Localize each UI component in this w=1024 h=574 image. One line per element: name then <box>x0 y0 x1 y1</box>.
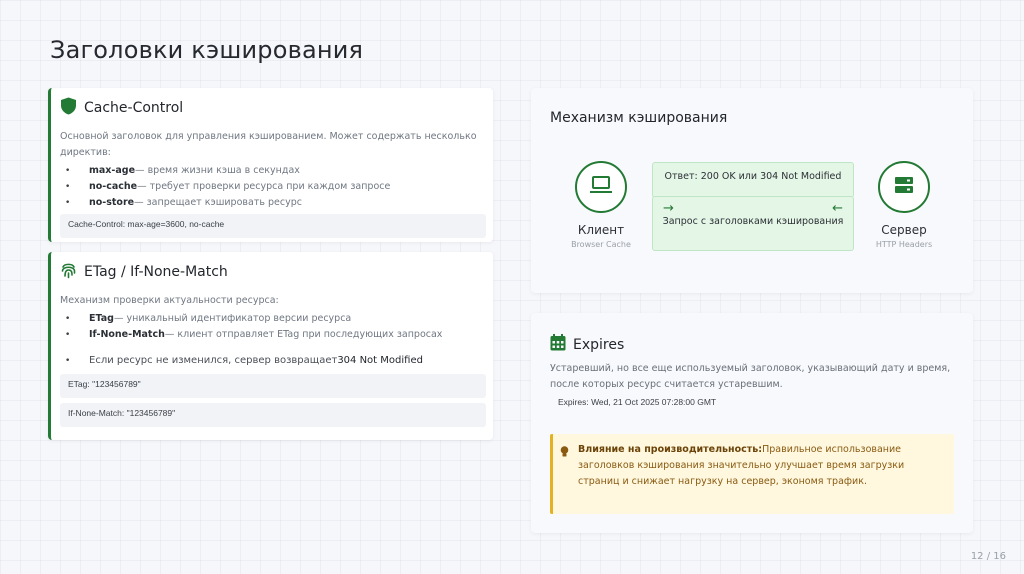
calendar-icon <box>550 334 566 355</box>
client-node <box>575 161 627 213</box>
performance-tip: Влияние на производительность:Правильное… <box>550 434 954 514</box>
list-item: no-store— запрещает кэшировать ресурс <box>60 195 485 211</box>
mechanism-title: Механизм кэширования <box>550 110 728 126</box>
etag-code: ETag: "123456789" <box>60 374 486 398</box>
tip-text: Влияние на производительность:Правильное… <box>578 444 905 487</box>
server-node <box>878 161 930 213</box>
etag-title: ETag / If-None-Match <box>84 264 228 280</box>
expires-description: Устаревший, но все еще используемый заго… <box>550 363 951 390</box>
cache-control-description: Основной заголовок для управления кэширо… <box>60 131 477 158</box>
etag-description: Механизм проверки актуальности ресурса: <box>60 295 279 306</box>
shield-icon <box>60 97 77 119</box>
mechanism-card: Механизм кэширования Клиент Browser Cach… <box>531 88 973 293</box>
list-item: If-None-Match— клиент отправляет ETag пр… <box>60 327 485 343</box>
etag-card: ETag / If-None-Match Механизм проверки а… <box>48 252 493 440</box>
list-item: Если ресурс не изменился, сервер возвращ… <box>60 353 485 369</box>
cache-control-card: Cache-Control Основной заголовок для упр… <box>48 88 493 242</box>
if-none-match-code: If-None-Match: "123456789" <box>60 403 486 427</box>
etag-list: ETag— уникальный идентификатор версии ре… <box>60 311 485 343</box>
cache-control-header: Cache-Control <box>60 97 485 119</box>
page-title: Заголовки кэширования <box>50 36 364 64</box>
client-sublabel: Browser Cache <box>571 240 631 249</box>
expires-code: Expires: Wed, 21 Oct 2025 07:28:00 GMT <box>558 397 717 407</box>
expires-card: Expires Устаревший, но все еще используе… <box>531 313 973 533</box>
fingerprint-icon <box>60 261 77 283</box>
cache-control-list: max-age— время жизни кэша в секундах no-… <box>60 163 485 211</box>
list-item: ETag— уникальный идентификатор версии ре… <box>60 311 485 327</box>
response-box: Ответ: 200 OK или 304 Not Modified <box>652 162 854 198</box>
cache-control-code: Cache-Control: max-age=3600, no-cache <box>60 214 486 238</box>
arrow-left-icon: ← <box>832 201 843 216</box>
cache-control-title: Cache-Control <box>84 100 184 116</box>
lightbulb-icon <box>560 443 569 462</box>
request-box: → ← Запрос с заголовками кэширования <box>652 196 854 251</box>
server-icon <box>894 175 914 199</box>
page-number: 12 / 16 <box>970 551 1006 562</box>
server-label: Сервер <box>881 223 927 237</box>
server-sublabel: HTTP Headers <box>875 240 933 249</box>
etag-note: Если ресурс не изменился, сервер возвращ… <box>60 353 485 369</box>
etag-header: ETag / If-None-Match <box>60 261 485 283</box>
expires-header: Expires <box>550 334 624 355</box>
client-label: Клиент <box>577 223 625 237</box>
laptop-icon <box>589 175 613 199</box>
arrow-right-icon: → <box>663 201 674 216</box>
list-item: max-age— время жизни кэша в секундах <box>60 163 485 179</box>
expires-title: Expires <box>573 336 625 353</box>
list-item: no-cache— требует проверки ресурса при к… <box>60 179 485 195</box>
